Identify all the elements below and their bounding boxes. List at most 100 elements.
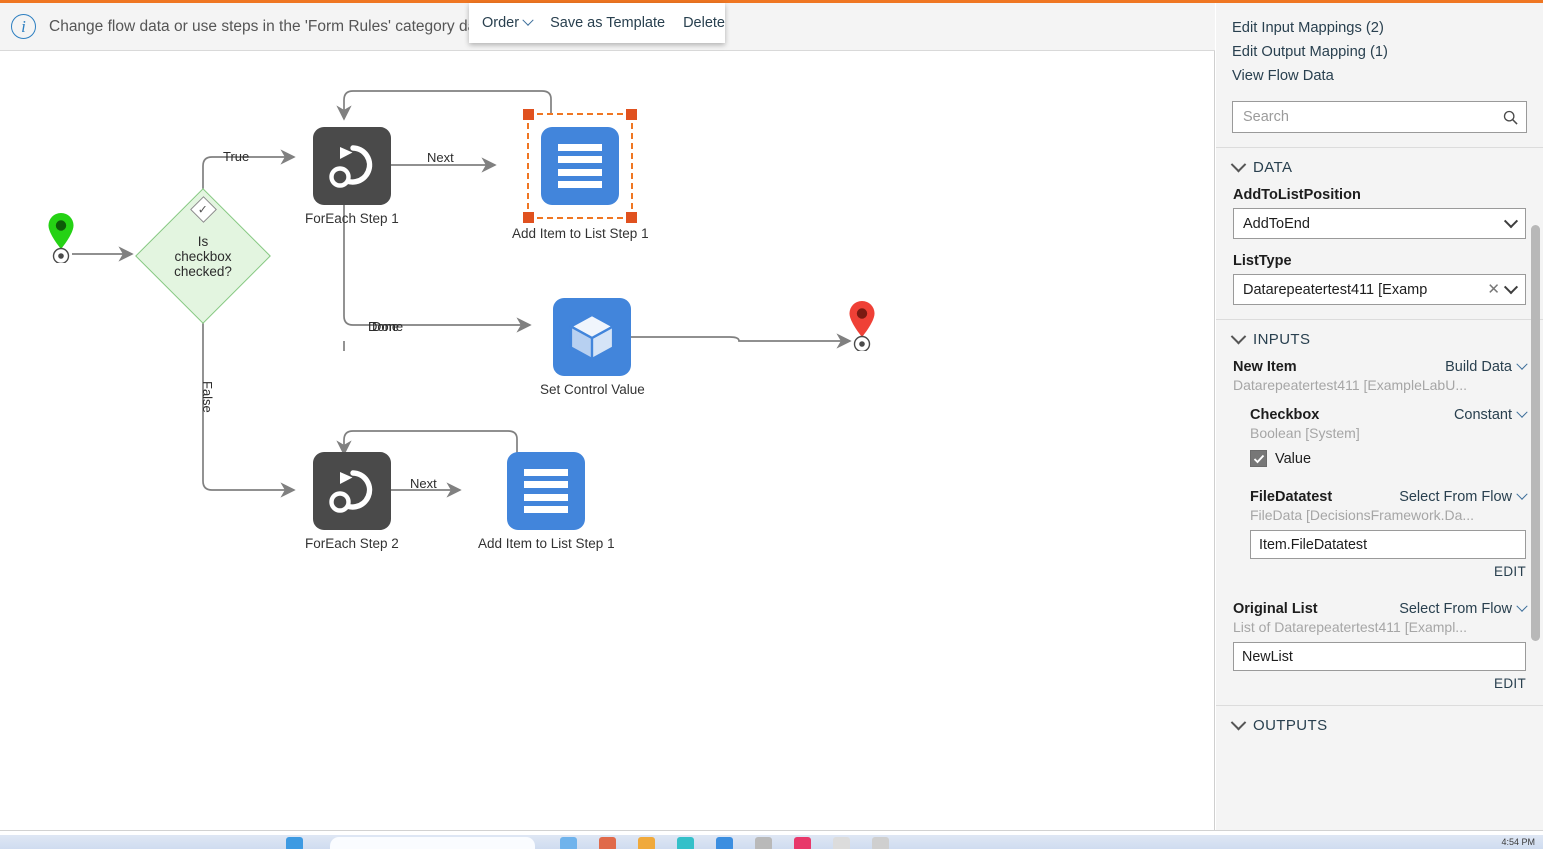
field-label-listtype: ListType (1233, 253, 1292, 269)
chevron-down-icon (1230, 156, 1247, 173)
chevron-down-icon[interactable] (1503, 279, 1519, 294)
input-row-checkbox: Checkbox Constant Boolean [System] Value (1233, 406, 1528, 467)
section-title-outputs: OUTPUTS (1253, 717, 1328, 734)
input-name: New Item (1233, 359, 1297, 375)
taskbar-pinned-apps (560, 837, 889, 849)
link-edit-output-mapping[interactable]: Edit Output Mapping (1) (1232, 40, 1543, 64)
search-input[interactable] (1241, 108, 1503, 126)
add-item-to-list-node-box[interactable] (507, 452, 586, 530)
node-foreach-step-2[interactable]: ForEach Step 2 (305, 452, 399, 551)
properties-panel[interactable]: Edit Input Mappings (2) Edit Output Mapp… (1216, 3, 1543, 830)
input-row-new-item: New Item Build Data Datarepeatertest411 … (1233, 358, 1528, 393)
app-icon-2[interactable] (599, 837, 616, 849)
flow-start-pin[interactable] (46, 211, 76, 268)
section-body-inputs: New Item Build Data Datarepeatertest411 … (1216, 358, 1543, 691)
input-row-filedatatest: FileDatatest Select From Flow FileData [… (1233, 488, 1528, 579)
chevron-down-icon (522, 14, 534, 26)
clear-icon[interactable]: ✕ (1487, 282, 1500, 297)
checkmark-icon (1253, 454, 1264, 463)
input-value-filedatatest[interactable]: Item.FileDatatest (1250, 530, 1526, 559)
resize-handle-top-left[interactable] (523, 109, 535, 120)
input-type: FileData [DecisionsFramework.Da... (1250, 507, 1475, 523)
start-icon[interactable] (286, 837, 303, 849)
node-label: Add Item to List Step 1 (478, 536, 615, 551)
taskbar-search-pill[interactable] (330, 837, 535, 849)
foreach-node-box[interactable] (312, 452, 391, 530)
dropdown-value: Datarepeatertest411 [Examp (1243, 281, 1428, 298)
app-icon-1[interactable] (560, 837, 577, 849)
node-label: Set Control Value (540, 382, 645, 397)
step-context-menu[interactable]: Order Save as Template Delete (469, 3, 725, 43)
panel-scrollbar-thumb[interactable] (1531, 225, 1540, 641)
app-icon-7[interactable] (794, 837, 811, 849)
edit-link-filedatatest[interactable]: EDIT (1250, 564, 1526, 579)
flow-end-pin[interactable] (847, 299, 877, 356)
section-title-inputs: INPUTS (1253, 331, 1311, 348)
app-icon-6[interactable] (755, 837, 772, 849)
add-item-to-list-node-box[interactable] (523, 109, 638, 223)
chevron-down-icon (1516, 406, 1528, 418)
section-header-outputs[interactable]: OUTPUTS (1216, 706, 1543, 745)
input-mode-label: Build Data (1445, 359, 1512, 375)
panel-quick-links: Edit Input Mappings (2) Edit Output Mapp… (1216, 3, 1543, 88)
node-label: Add Item to List Step 1 (512, 226, 649, 241)
os-taskbar[interactable]: 4:54 PM (0, 835, 1543, 849)
input-value-original-list[interactable]: NewList (1233, 642, 1526, 671)
context-menu-delete-label: Delete (683, 15, 725, 31)
selection-outline (523, 109, 638, 223)
input-mode-selector[interactable]: Build Data (1445, 358, 1528, 375)
foreach-node-box[interactable] (312, 127, 391, 205)
input-type: List of Datarepeatertest411 [Exampl... (1233, 619, 1467, 635)
cube-icon (569, 313, 616, 361)
edge-label-false: False (200, 381, 215, 413)
flow-designer-canvas[interactable]: ✓ Is checkbox checked? ForEach Step 1 Ad… (0, 51, 1215, 830)
section-title-data: DATA (1253, 159, 1293, 176)
link-view-flow-data[interactable]: View Flow Data (1232, 64, 1543, 88)
app-icon-3[interactable] (638, 837, 655, 849)
chevron-down-icon[interactable] (1503, 213, 1519, 228)
context-menu-item-order[interactable]: Order (469, 3, 541, 43)
chevron-down-icon (1516, 488, 1528, 500)
node-foreach-step-1[interactable]: ForEach Step 1 (305, 127, 399, 226)
decision-node-is-checkbox-checked[interactable]: ✓ Is checkbox checked? (135, 188, 271, 324)
input-mode-label: Select From Flow (1399, 601, 1512, 617)
node-add-item-to-list-step-1[interactable]: Add Item to List Step 1 (512, 109, 649, 241)
edge-label-next-1: Next (427, 150, 454, 165)
input-mode-selector[interactable]: Select From Flow (1399, 488, 1528, 505)
input-mode-selector[interactable]: Select From Flow (1399, 600, 1528, 617)
dropdown-listtype[interactable]: Datarepeatertest411 [Examp ✕ (1233, 274, 1526, 305)
app-icon-5[interactable] (716, 837, 733, 849)
resize-handle-bottom-left[interactable] (523, 212, 535, 223)
panel-search-box[interactable] (1232, 101, 1527, 133)
list-icon (521, 464, 571, 518)
resize-handle-top-right[interactable] (626, 109, 638, 120)
context-menu-item-save-as-template[interactable]: Save as Template (541, 3, 674, 43)
section-header-inputs[interactable]: INPUTS (1216, 320, 1543, 359)
edit-link-original-list[interactable]: EDIT (1233, 676, 1526, 691)
dropdown-value: AddToEnd (1243, 215, 1310, 232)
node-set-control-value[interactable]: Set Control Value (540, 298, 645, 397)
application-window: i Change flow data or use steps in the '… (0, 0, 1543, 849)
section-header-data[interactable]: DATA (1216, 148, 1543, 187)
node-add-item-to-list-step-1-second[interactable]: Add Item to List Step 1 (478, 452, 615, 551)
link-edit-input-mappings[interactable]: Edit Input Mappings (2) (1232, 16, 1543, 40)
info-icon: i (11, 14, 36, 39)
app-icon-4[interactable] (677, 837, 694, 849)
resize-handle-bottom-right[interactable] (626, 212, 638, 223)
dropdown-addtolistposition[interactable]: AddToEnd (1233, 208, 1526, 239)
set-control-value-node-box[interactable] (553, 298, 632, 376)
checkbox-label: Value (1275, 450, 1312, 467)
checkbox-value-row[interactable]: Value (1250, 450, 1526, 467)
edge-label-true: True (223, 149, 250, 164)
section-body-data: AddToListPosition AddToEnd ListType Data… (1216, 187, 1543, 305)
search-icon[interactable] (1503, 110, 1518, 125)
chevron-down-icon (1516, 600, 1528, 612)
loop-icon (329, 470, 373, 513)
context-menu-item-delete[interactable]: Delete (674, 3, 734, 43)
app-icon-8[interactable] (833, 837, 850, 849)
app-icon-9[interactable] (872, 837, 889, 849)
input-mode-selector[interactable]: Constant (1454, 406, 1528, 423)
checkbox-input[interactable] (1250, 450, 1267, 467)
chevron-down-icon (1230, 714, 1247, 731)
node-label: ForEach Step 1 (305, 211, 399, 226)
